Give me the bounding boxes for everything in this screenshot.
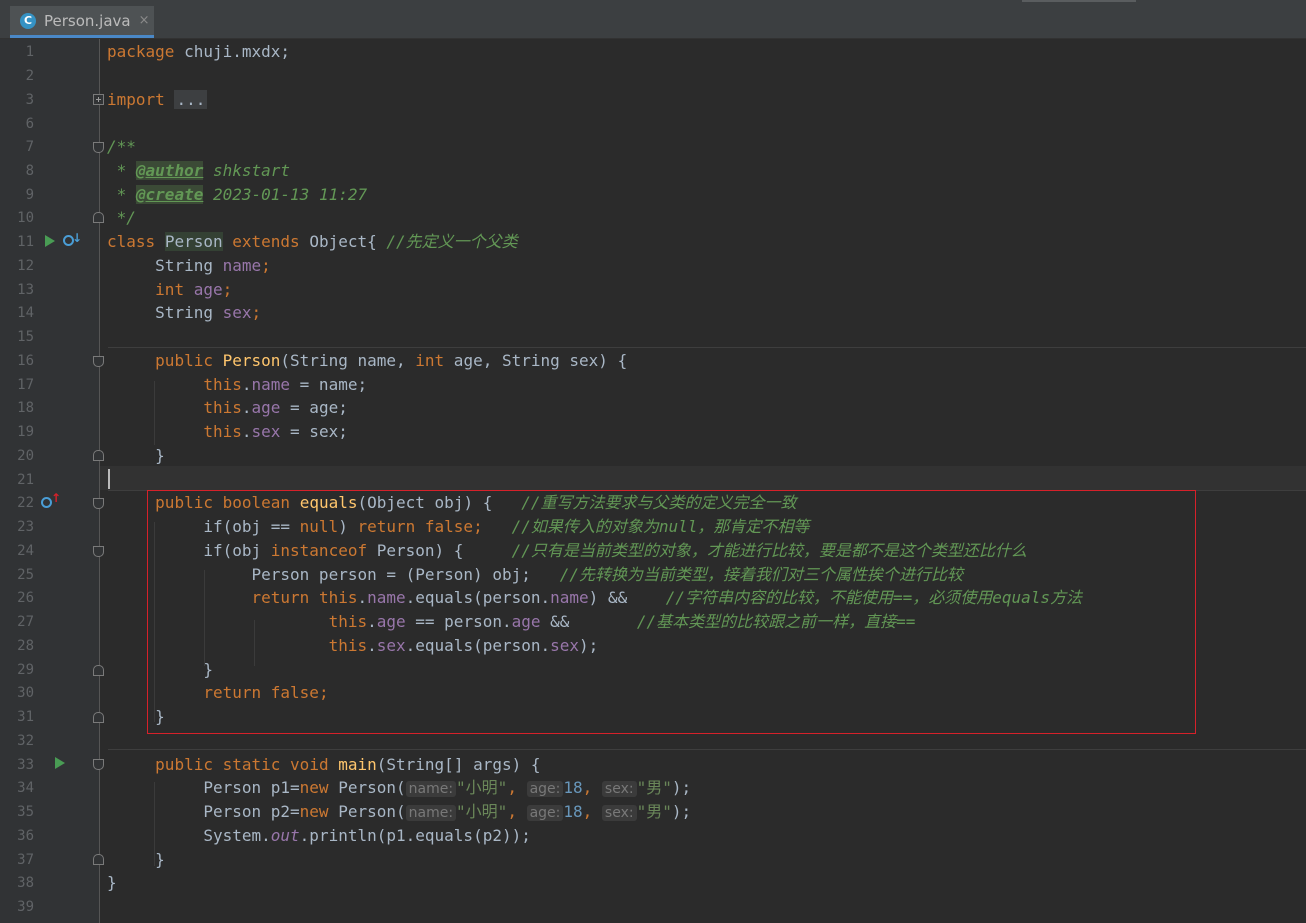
code-line-7: /**: [107, 137, 136, 156]
line-number: 31: [17, 709, 34, 725]
line-number: 29: [17, 662, 34, 678]
line-number: 17: [17, 377, 34, 393]
line-number: 34: [17, 780, 34, 796]
line-number: 24: [17, 543, 34, 559]
java-class-icon: C: [20, 12, 36, 29]
line-number: 26: [17, 590, 34, 606]
line-number: 30: [17, 685, 34, 701]
code-line-1: package chuji.mxdx;: [107, 42, 291, 61]
code-line-3: import ...: [107, 90, 208, 109]
code-line-20: }: [155, 446, 165, 465]
code-area[interactable]: package chuji.mxdx; import ... /** * @au…: [100, 39, 1306, 923]
line-number: 1: [25, 44, 34, 60]
line-number: 39: [17, 899, 34, 915]
param-hint: age:: [526, 781, 564, 797]
code-line-12: String name;: [155, 256, 271, 275]
run-main-icon[interactable]: [55, 757, 65, 769]
tab-person-java[interactable]: C Person.java ×: [10, 6, 154, 38]
line-number: 20: [17, 448, 34, 464]
code-line-34: Person p1=new Person(name: "小明", age: 18, …: [203, 778, 692, 797]
line-number: 25: [17, 567, 34, 583]
line-number: 28: [17, 638, 34, 654]
tabbar-decoration: [1022, 0, 1136, 2]
line-number: 9: [25, 187, 34, 203]
code-line-30: return false;: [203, 683, 329, 702]
line-number: 10: [17, 210, 34, 226]
line-number: 14: [17, 305, 34, 321]
code-line-13: int age;: [155, 280, 233, 299]
code-line-33: public static void main(String[] args) {: [155, 755, 541, 774]
line-number: 32: [17, 733, 34, 749]
code-line-35: Person p2=new Person(name: "小明", age: 18, …: [203, 802, 692, 821]
code-line-28: this.sex.equals(person.sex);: [328, 636, 599, 655]
code-line-10: */: [107, 208, 136, 227]
param-hint: sex:: [601, 805, 637, 821]
line-number: 33: [17, 757, 34, 773]
param-hint: sex:: [601, 781, 637, 797]
tab-label: Person.java: [44, 11, 131, 30]
line-number: 18: [17, 400, 34, 416]
line-number: 35: [17, 804, 34, 820]
code-line-8: * @author shkstart: [107, 161, 291, 180]
param-hint: name:: [405, 805, 457, 821]
line-number: 36: [17, 828, 34, 844]
code-line-36: System.out.println(p1.equals(p2));: [203, 826, 531, 845]
line-number: 12: [17, 258, 34, 274]
code-line-23: if(obj == null) return false; //如果传入的对象为…: [203, 517, 810, 536]
line-number: 27: [17, 614, 34, 630]
code-line-14: String sex;: [155, 303, 262, 322]
run-icon[interactable]: [45, 235, 55, 247]
code-line-9: * @create 2023-01-13 11:27: [107, 185, 368, 204]
line-number: 23: [17, 519, 34, 535]
code-line-19: this.sex = sex;: [203, 422, 348, 441]
editor-tab-bar: C Person.java ×: [0, 0, 1306, 39]
line-number: 21: [17, 472, 34, 488]
line-number: 11: [17, 234, 34, 250]
code-line-24: if(obj instanceof Person) { //只有是当前类型的对象…: [203, 541, 1027, 560]
code-line-17: this.name = name;: [203, 375, 368, 394]
param-hint: age:: [526, 805, 564, 821]
arrow-up-icon: ↑: [51, 491, 62, 505]
code-line-38: }: [107, 873, 117, 892]
folded-imports[interactable]: ...: [174, 90, 208, 109]
line-number: 16: [17, 353, 34, 369]
code-line-22: public boolean equals(Object obj) { //重写…: [155, 493, 797, 512]
close-icon[interactable]: ×: [139, 13, 150, 28]
line-number: 6: [25, 116, 34, 132]
code-line-25: Person person = (Person) obj; //先转换为当前类型…: [251, 565, 964, 584]
code-line-31: }: [155, 707, 165, 726]
arrow-down-icon: ↓: [72, 231, 83, 245]
code-line-37: }: [155, 850, 165, 869]
line-number: 3: [25, 92, 34, 108]
code-editor[interactable]: 1 2 3 6 7 8 9 10 11 12 13 14 15 16 17 18…: [0, 39, 1306, 923]
line-number: 2: [25, 68, 34, 84]
code-line-27: this.age == person.age && //基本类型的比较跟之前一样…: [328, 612, 916, 631]
line-number: 37: [17, 852, 34, 868]
line-number: 19: [17, 424, 34, 440]
code-line-16: public Person(String name, int age, Stri…: [155, 351, 628, 370]
param-hint: name:: [405, 781, 457, 797]
line-number: 13: [17, 282, 34, 298]
line-number: 15: [17, 329, 34, 345]
code-line-26: return this.name.equals(person.name) && …: [251, 588, 1083, 607]
code-line-11: class Person extends Object{ //先定义一个父类: [107, 232, 518, 251]
line-number: 7: [25, 139, 34, 155]
line-number: 22: [17, 495, 34, 511]
line-number: 38: [17, 875, 34, 891]
code-line-29: }: [203, 660, 213, 679]
code-line-18: this.age = age;: [203, 398, 348, 417]
line-number: 8: [25, 163, 34, 179]
